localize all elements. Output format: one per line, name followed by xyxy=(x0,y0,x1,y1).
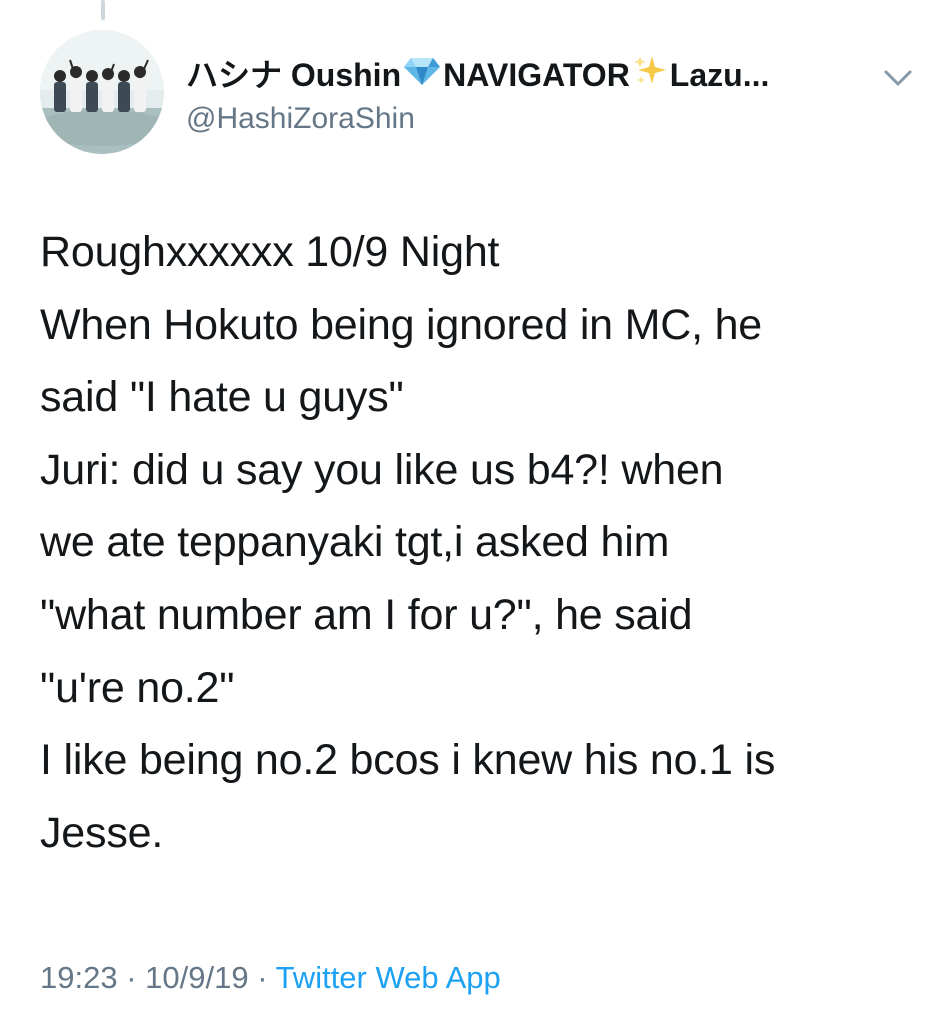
chevron-down-icon[interactable] xyxy=(880,62,916,92)
tweet-header: ハシナ Oushin NAVIGATOR Lazu... @HashiZoraS… xyxy=(40,30,920,160)
sparkles-icon xyxy=(632,52,668,97)
tweet-line: When Hokuto being ignored in MC, he xyxy=(40,300,763,349)
tweet-line: Juri: did u say you like us b4?! when xyxy=(40,445,724,494)
user-handle[interactable]: @HashiZoraShin xyxy=(186,99,866,139)
tweet-line: "what number am I for u?", he said xyxy=(40,590,693,639)
tweet-line: said "I hate u guys" xyxy=(40,373,404,422)
tweet-metadata: 19:23 · 10/9/19 · Twitter Web App xyxy=(40,956,501,1000)
display-name-part-3: Lazu... xyxy=(669,56,770,93)
tweet-line: "u're no.2" xyxy=(40,663,235,712)
tweet-line: I like being no.2 bcos i knew his no.1 i… xyxy=(40,736,776,785)
tweet-line: we ate teppanyaki tgt,i asked him xyxy=(40,518,670,567)
tweet-text: Roughxxxxxx 10/9 Night When Hokuto being… xyxy=(40,216,920,869)
gem-icon xyxy=(403,55,441,95)
tweet-date[interactable]: 10/9/19 xyxy=(145,960,248,995)
avatar[interactable] xyxy=(40,30,164,154)
thread-connector-line xyxy=(101,0,105,20)
tweet-line: Jesse. xyxy=(40,808,164,857)
meta-separator: · xyxy=(248,960,276,995)
meta-separator: · xyxy=(117,960,146,995)
display-name-part-1: ハシナ Oushin xyxy=(186,56,402,93)
display-name[interactable]: ハシナ Oushin NAVIGATOR Lazu... xyxy=(186,52,866,97)
tweet-line: Roughxxxxxx 10/9 Night xyxy=(40,228,500,276)
tweet-source-link[interactable]: Twitter Web App xyxy=(276,960,501,995)
user-info[interactable]: ハシナ Oushin NAVIGATOR Lazu... @HashiZoraS… xyxy=(186,52,866,139)
tweet-time[interactable]: 19:23 xyxy=(40,960,118,995)
group-photo-avatar-icon xyxy=(40,30,164,154)
display-name-part-2: NAVIGATOR xyxy=(443,56,630,93)
